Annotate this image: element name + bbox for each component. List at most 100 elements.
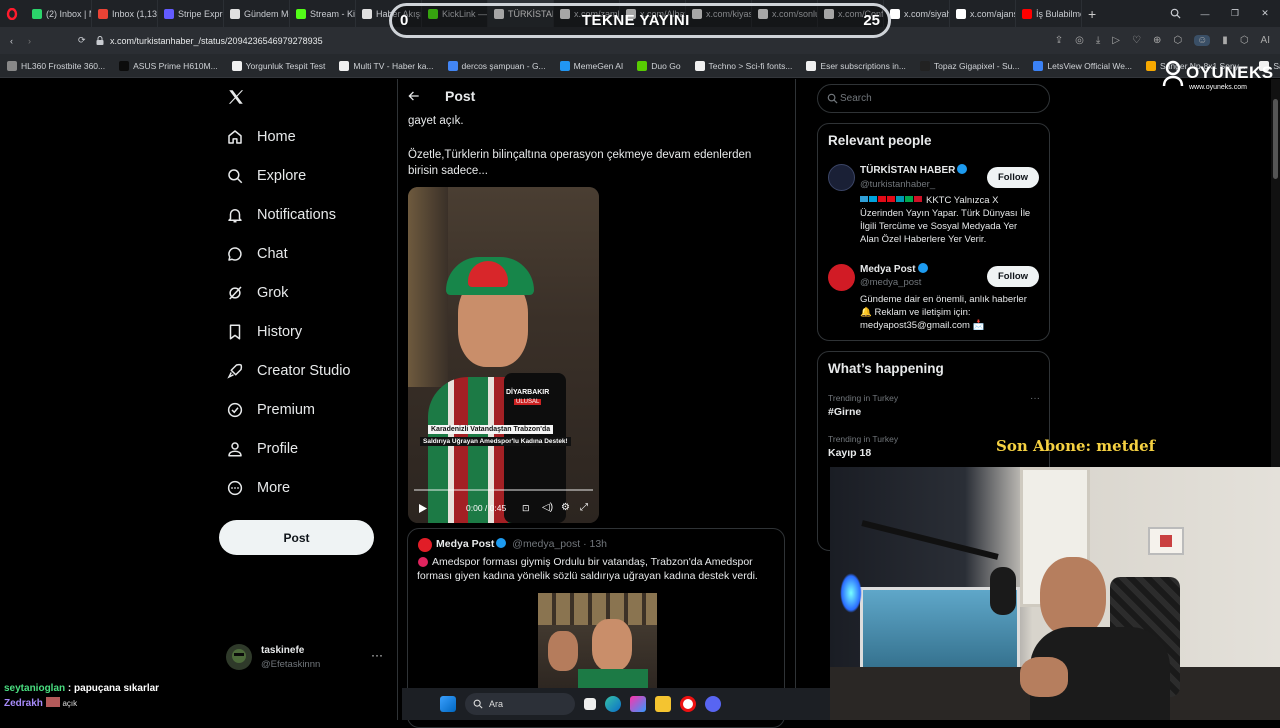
bookmark-item[interactable]: dercos şampuan - G... [441, 60, 553, 71]
back-arrow-icon[interactable] [407, 89, 421, 103]
nav-premium[interactable]: Premium [226, 398, 315, 422]
tab-favicon-icon [362, 8, 372, 19]
nav-grok[interactable]: Grok [226, 281, 288, 305]
lock-icon [96, 36, 108, 45]
browser-tab[interactable]: Stripe Expres [158, 0, 224, 27]
heart-icon[interactable]: ♡ [1132, 35, 1141, 46]
download-icon[interactable]: ⤓ [1096, 35, 1100, 46]
cube2-icon[interactable]: ⬡ [1240, 35, 1249, 46]
video-caption-1: Karadenizli Vatandaştan Trabzon'da [428, 425, 554, 434]
more-circle-icon [227, 480, 243, 496]
nav-creator-studio[interactable]: Creator Studio [226, 359, 351, 383]
bookmark-item[interactable]: LetsView Official We... [1026, 60, 1139, 71]
chat-username: Zedrakh [4, 698, 43, 709]
avatar [828, 264, 855, 291]
profile-icon[interactable]: ☺ [1194, 35, 1211, 46]
trend-item[interactable]: Trending in Turkey #Girne ··· [828, 393, 1040, 427]
person-handle: @turkistanhaber_ [860, 179, 936, 190]
verified-icon [957, 164, 968, 174]
browser-tab[interactable]: Inbox (1,139) [92, 0, 158, 27]
person-card[interactable]: TÜRKİSTAN HABER @turkistanhaber_ Follow … [818, 160, 1049, 250]
quote-time: · 13h [583, 538, 608, 550]
browser-tab[interactable]: x.com/ajans [950, 0, 1016, 27]
nav-home[interactable]: Home [226, 125, 296, 149]
person-icon [228, 442, 242, 457]
follow-button[interactable]: Follow [987, 167, 1039, 188]
search-box[interactable]: Search [817, 84, 1050, 113]
bookmark-favicon-icon [447, 60, 458, 71]
play-icon[interactable]: ▷ [1112, 35, 1120, 46]
pin-icon[interactable]: ⊕ [1153, 35, 1161, 46]
person-card[interactable]: Medya Post @medya_post Follow Gündeme da… [818, 260, 1049, 340]
reload-icon[interactable]: ⟳ [78, 35, 96, 46]
url-field[interactable]: x.com/turkistanhaber_/status/20942365469… [110, 36, 323, 46]
nav-more[interactable]: More [226, 476, 290, 500]
browser-tab[interactable]: İş Bulabilme [1016, 0, 1082, 27]
opera-icon[interactable] [680, 696, 696, 712]
bookmark-label: Multi TV - Haber ka... [353, 60, 434, 71]
bookmark-item[interactable]: HL360 Frostbite 360... [0, 60, 112, 71]
search-tabs-icon[interactable] [1160, 8, 1190, 19]
bookmark-item[interactable]: Duo Go [630, 60, 687, 71]
chat-icon [228, 247, 242, 261]
copilot-icon[interactable] [630, 696, 646, 712]
volume-icon[interactable]: ◁) [542, 502, 553, 513]
bookmark-item[interactable]: Yorgunluk Tespit Test [225, 60, 333, 71]
back-icon[interactable]: ‹ [10, 36, 28, 46]
wall-picture [1148, 527, 1184, 555]
settings-icon[interactable]: ⚙ [561, 502, 570, 513]
nav-profile[interactable]: Profile [226, 437, 298, 461]
bookmark-item[interactable]: ASUS Prime H610M... [112, 60, 225, 71]
video-progress-bar[interactable] [414, 489, 593, 491]
share-icon[interactable]: ⇪ [1055, 35, 1063, 46]
minimize-button[interactable]: — [1190, 9, 1220, 19]
follow-button[interactable]: Follow [987, 266, 1039, 287]
maximize-button[interactable]: ❐ [1220, 8, 1250, 19]
tab-favicon-icon [890, 8, 900, 19]
video-caption-2: Saldırıya Uğrayan Amedspor'lu Kadına Des… [420, 437, 571, 446]
bookmark-item[interactable]: Eser subscriptions in... [799, 60, 913, 71]
fullscreen-icon[interactable]: ⤢ [580, 502, 588, 513]
browser-tab[interactable]: Stream - Kick [290, 0, 356, 27]
bookmark-item[interactable]: Topaz Gigapixel - Su... [913, 60, 1027, 71]
taskbar-search[interactable]: Ara [465, 693, 575, 715]
post-button[interactable]: Post [219, 520, 374, 555]
opera-menu-icon[interactable] [0, 0, 26, 27]
new-tab-button[interactable]: + [1082, 0, 1102, 27]
bookmark-item[interactable]: MemeGen AI [553, 60, 631, 71]
close-window-button[interactable]: ✕ [1250, 8, 1280, 19]
scrollbar-thumb[interactable] [1273, 99, 1278, 179]
bookmark-item[interactable]: Multi TV - Haber ka... [332, 60, 440, 71]
x-logo-icon[interactable] [227, 88, 245, 106]
captions-icon[interactable]: ⊡ [522, 503, 530, 514]
streamer [1020, 557, 1170, 720]
account-switcher[interactable]: taskinefe @Efetaskinnn ··· [226, 642, 386, 674]
video-player[interactable]: DİYARBAKIR ULUSAL Karadenizli Vatandaşta… [408, 187, 599, 523]
nav-chat[interactable]: Chat [226, 242, 288, 266]
file-explorer-icon[interactable] [655, 696, 671, 712]
discord-icon[interactable] [705, 696, 721, 712]
tab-favicon-icon [230, 8, 240, 19]
task-view-icon[interactable] [584, 698, 596, 710]
camera-icon[interactable]: ◎ [1075, 35, 1084, 46]
quote-media[interactable] [538, 593, 657, 693]
windows-start-icon[interactable] [440, 696, 456, 712]
browser-tab[interactable]: Gündem Me [224, 0, 290, 27]
sidebar-icon[interactable]: ▮ [1222, 35, 1228, 46]
browser-tab[interactable]: x.com/siyah [884, 0, 950, 27]
nav-history[interactable]: History [226, 320, 302, 344]
nav-explore[interactable]: Explore [226, 164, 306, 188]
whats-happening-title: What’s happening [828, 361, 944, 376]
play-button[interactable] [418, 503, 428, 514]
tab-favicon-icon [32, 8, 42, 19]
nav-notifications[interactable]: Notifications [226, 203, 336, 227]
quote-avatar [418, 538, 432, 552]
forward-icon[interactable]: › [28, 36, 46, 46]
edge-icon[interactable] [605, 696, 621, 712]
cube-icon[interactable]: ⬡ [1173, 35, 1182, 46]
more-dots-icon[interactable]: ··· [371, 648, 383, 662]
trend-more-icon[interactable]: ··· [1030, 393, 1040, 404]
ai-icon[interactable]: AI [1261, 35, 1270, 46]
bookmark-item[interactable]: Techno > Sci-fi fonts... [688, 60, 800, 71]
browser-tab[interactable]: (2) Inbox | M [26, 0, 92, 27]
